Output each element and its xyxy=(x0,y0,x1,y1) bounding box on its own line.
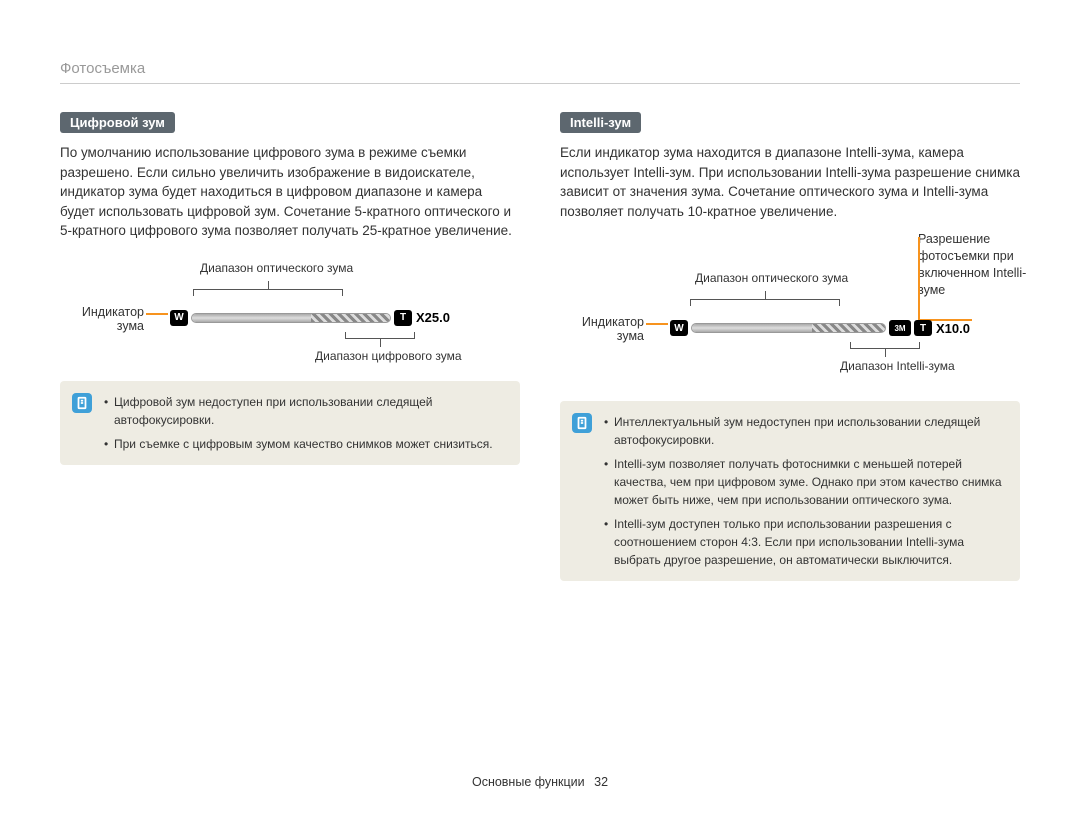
note-icon xyxy=(72,393,92,413)
t-icon: T xyxy=(914,320,932,336)
t-icon: T xyxy=(394,310,412,326)
optical-bracket xyxy=(193,289,343,295)
left-note-box: Цифровой зум недоступен при использовани… xyxy=(60,381,520,465)
intelli-zoom-body: Если индикатор зума находится в диапазон… xyxy=(560,143,1020,221)
optical-fill-right xyxy=(692,324,812,332)
section-title: Фотосъемка xyxy=(60,60,1020,84)
zoom-bar-right: W 3M T X10.0 xyxy=(670,321,970,335)
zoom-value-left: X25.0 xyxy=(416,310,450,325)
intelli-range-label: Диапазон Intelli-зума xyxy=(840,359,955,373)
optical-range-label: Диапазон оптического зума xyxy=(200,261,353,275)
note-icon xyxy=(572,413,592,433)
indicator-connector-right xyxy=(646,323,668,325)
indicator-label-right: Индикатор зума xyxy=(560,315,644,343)
intelli-zoom-heading: Intelli-зум xyxy=(560,112,641,133)
intelli-tick xyxy=(885,349,886,357)
left-note-list: Цифровой зум недоступен при использовани… xyxy=(104,393,504,453)
optical-fill xyxy=(192,314,311,322)
digital-zoom-diagram: Диапазон оптического зума Индикатор зума… xyxy=(60,261,520,371)
digital-range-label: Диапазон цифрового зума xyxy=(315,349,462,363)
optical-tick-right xyxy=(765,291,766,299)
zoom-bar: W T X25.0 xyxy=(170,311,450,325)
indicator-label-left: Индикатор зума xyxy=(60,305,144,333)
intelli-zoom-diagram: Разрешение фотосъемки при включенном Int… xyxy=(560,241,1020,391)
right-note-list: Интеллектуальный зум недоступен при испо… xyxy=(604,413,1004,569)
digital-tick xyxy=(380,339,381,347)
optical-bracket-right xyxy=(690,299,840,305)
right-note-box: Интеллектуальный зум недоступен при испо… xyxy=(560,401,1020,581)
resolution-icon: 3M xyxy=(889,320,911,336)
right-note-item: Intelli-зум позволяет получать фотоснимк… xyxy=(604,455,1004,509)
indicator-connector xyxy=(146,313,168,315)
page-number: 32 xyxy=(594,775,608,789)
optical-tick xyxy=(268,281,269,289)
w-icon: W xyxy=(670,320,688,336)
left-note-item: При съемке с цифровым зумом качество сни… xyxy=(104,435,504,453)
w-icon: W xyxy=(170,310,188,326)
page-footer: Основные функции 32 xyxy=(0,775,1080,789)
right-note-item: Intelli-зум доступен только при использо… xyxy=(604,515,1004,569)
intelli-fill xyxy=(812,324,885,332)
left-note-item: Цифровой зум недоступен при использовани… xyxy=(104,393,504,429)
digital-zoom-heading: Цифровой зум xyxy=(60,112,175,133)
zoom-track-right xyxy=(691,323,886,333)
footer-section: Основные функции xyxy=(472,775,585,789)
res-connector-v xyxy=(918,237,920,321)
zoom-track xyxy=(191,313,391,323)
two-column-layout: Цифровой зум По умолчанию использование … xyxy=(60,112,1020,581)
right-column: Intelli-зум Если индикатор зума находитс… xyxy=(560,112,1020,581)
left-column: Цифровой зум По умолчанию использование … xyxy=(60,112,520,581)
optical-range-label-right: Диапазон оптического зума xyxy=(695,271,848,285)
resolution-label: Разрешение фотосъемки при включенном Int… xyxy=(918,231,1028,299)
digital-zoom-body: По умолчанию использование цифрового зум… xyxy=(60,143,520,241)
zoom-value-right: X10.0 xyxy=(936,321,970,336)
right-note-item: Интеллектуальный зум недоступен при испо… xyxy=(604,413,1004,449)
digital-fill xyxy=(311,314,390,322)
